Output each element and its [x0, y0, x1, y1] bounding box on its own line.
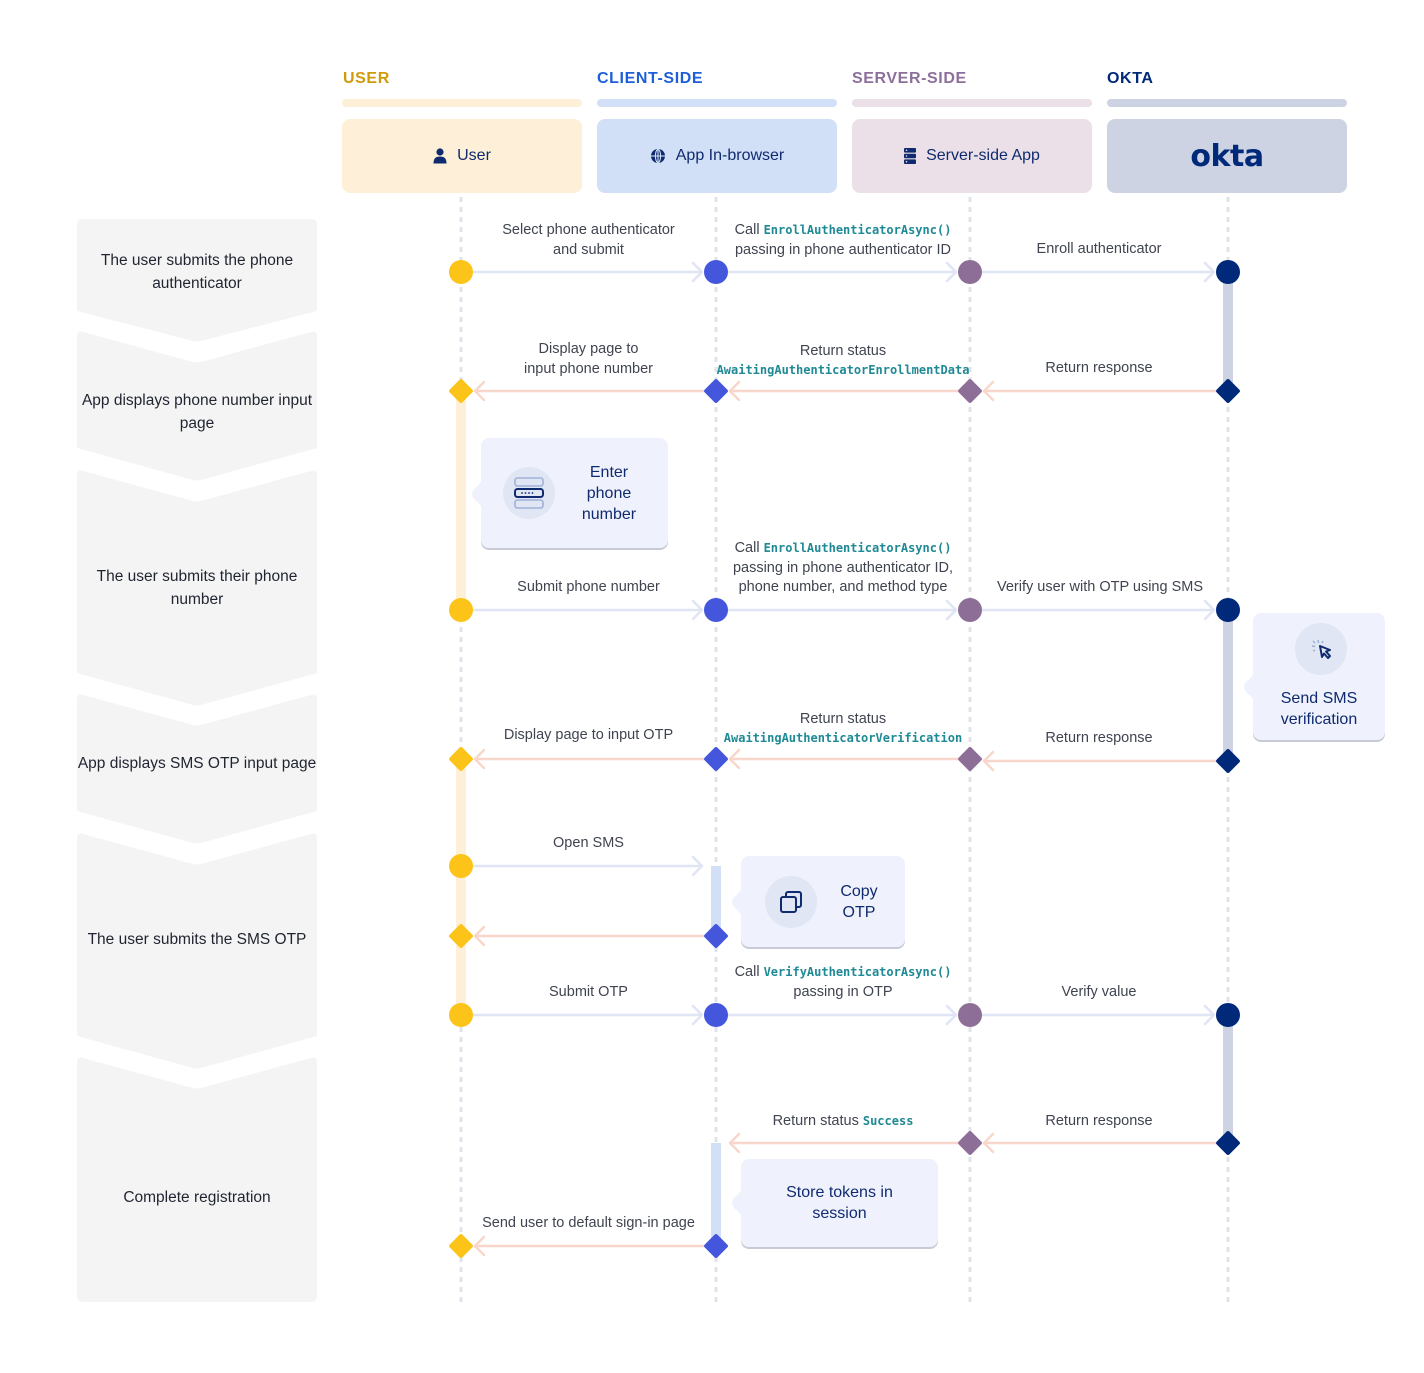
message-label-return-status-success: Return status Success [772, 1113, 914, 1129]
message-label-verify-otp-sms: Verify user with OTP using SMS [996, 579, 1204, 595]
message-label-open-sms: Open SMS [553, 835, 624, 851]
request-node-client [704, 260, 728, 284]
request-node-user [449, 260, 473, 284]
request-node-server [958, 1003, 982, 1027]
message-label-submit-otp: Submit OTP [549, 984, 628, 1000]
request-node-client [704, 598, 728, 622]
sequence-diagram [449, 197, 1240, 1302]
note-enter-phone-number: Enter phone number [472, 438, 668, 548]
message-label-submit-phone: Submit phone number [517, 579, 660, 595]
message-label-return-response: Return response [1045, 360, 1153, 376]
receive-node-user [449, 1234, 473, 1258]
receive-node-okta [1216, 598, 1240, 622]
note-label: Copy OTP [840, 883, 878, 921]
request-node-user [449, 598, 473, 622]
receive-node-okta [1216, 1003, 1240, 1027]
response-node-server [958, 747, 982, 771]
message-label-return-response: Return response [1045, 730, 1153, 746]
message-label-send-to-sign-in: Send user to default sign-in page [482, 1215, 695, 1231]
note-label: Send SMS verification [1280, 690, 1358, 728]
note-label: Enter phone number [581, 464, 637, 523]
message-label-select-authenticator: Select phone authenticator and submit [502, 222, 675, 258]
response-node-client [704, 1234, 728, 1258]
request-node-client [704, 1003, 728, 1027]
response-node-server [958, 1131, 982, 1155]
receive-node-user [449, 747, 473, 771]
activation-bar-user [456, 759, 466, 1015]
response-node-client [704, 747, 728, 771]
request-node-user [449, 1003, 473, 1027]
message-label-return-status-verification: Return status AwaitingAuthenticatorVerif… [723, 711, 963, 745]
message-label-display-otp-page: Display page to input OTP [503, 727, 674, 743]
note-label: Store tokens in session [786, 1184, 893, 1222]
receive-node-user [449, 924, 473, 948]
response-node-client [704, 924, 728, 948]
request-node-server [958, 598, 982, 622]
message-label-return-status-enrollment: Return status AwaitingAuthenticatorEnrol… [716, 343, 970, 377]
message-label-enroll-call-phone: Call EnrollAuthenticatorAsync() passing … [732, 540, 954, 595]
response-node-okta [1216, 1131, 1240, 1155]
message-label-return-response: Return response [1045, 1113, 1153, 1129]
response-node-server [958, 379, 982, 403]
form-input-icon [503, 467, 555, 519]
cursor-click-icon [1295, 623, 1347, 675]
copy-icon [765, 876, 817, 928]
note-send-sms-verification: Send SMS verification [1244, 613, 1385, 740]
message-label-verify-value: Verify value [1061, 984, 1137, 1000]
response-node-okta [1216, 749, 1240, 773]
receive-node-user [449, 379, 473, 403]
note-store-tokens: Store tokens in session [732, 1159, 938, 1247]
note-copy-otp: Copy OTP [732, 856, 905, 947]
request-node-user [449, 854, 473, 878]
request-node-server [958, 260, 982, 284]
receive-node-okta [1216, 260, 1240, 284]
message-label-enroll-authenticator: Enroll authenticator [1036, 241, 1162, 257]
response-node-client [704, 379, 728, 403]
message-label-verify-call: Call VerifyAuthenticatorAsync() passing … [734, 964, 952, 1000]
message-label-display-phone-page: Display page to input phone number [524, 341, 653, 377]
response-node-okta [1216, 379, 1240, 403]
message-label-enroll-call: Call EnrollAuthenticatorAsync() passing … [734, 222, 952, 258]
